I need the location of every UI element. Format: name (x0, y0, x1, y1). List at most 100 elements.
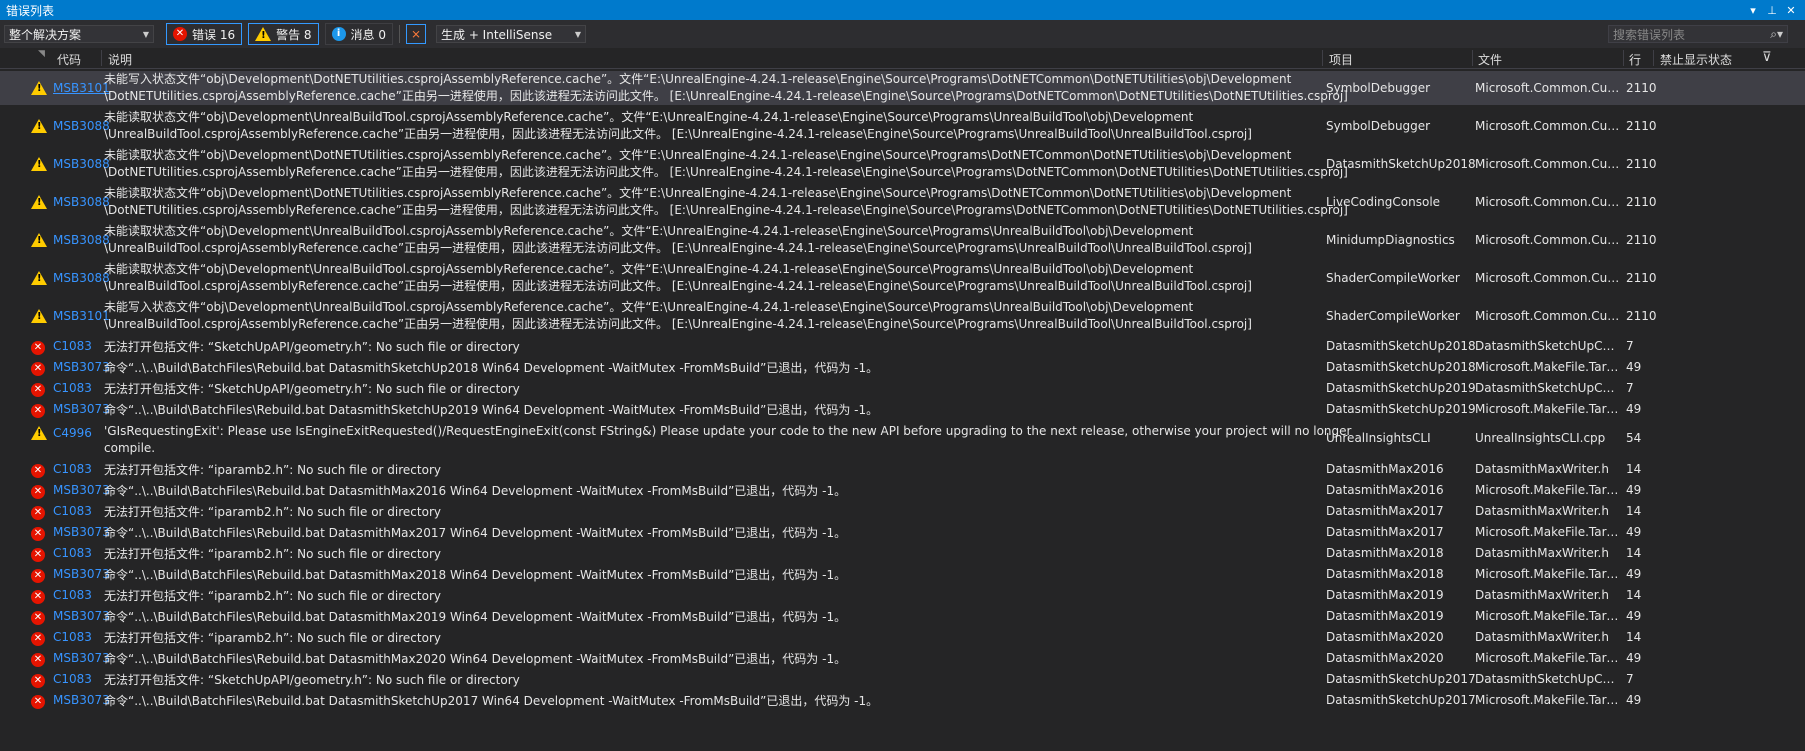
table-row[interactable]: ✕ MSB3073 命令“..\..\Build\BatchFiles\Rebu… (0, 565, 1805, 586)
row-description: 命令“..\..\Build\BatchFiles\Rebuild.bat Da… (104, 652, 847, 666)
build-source-dropdown[interactable]: 生成 + IntelliSense ▼ (436, 25, 586, 43)
row-code[interactable]: C1083 (53, 381, 92, 395)
row-description: 无法打开包括文件: “iparamb2.h”: No such file or … (104, 505, 441, 519)
error-icon: ✕ (31, 383, 45, 397)
table-row[interactable]: ✕ C1083 无法打开包括文件: “iparamb2.h”: No such … (0, 544, 1805, 565)
row-line: 7 (1626, 672, 1634, 686)
table-row[interactable]: ! C4996 'GIsRequestingExit': Please use … (0, 423, 1805, 457)
table-row[interactable]: ! MSB3101 未能写入状态文件“obj\Development\DotNE… (0, 71, 1805, 105)
row-code[interactable]: MSB3101 (53, 81, 110, 95)
row-code[interactable]: MSB3088 (53, 157, 110, 171)
warning-icon: ! (31, 119, 47, 133)
table-row[interactable]: ✕ MSB3073 命令“..\..\Build\BatchFiles\Rebu… (0, 400, 1805, 421)
row-code[interactable]: C1083 (53, 504, 92, 518)
row-code[interactable]: MSB3073 (53, 609, 110, 623)
row-icon: ✕ (31, 381, 45, 397)
row-description: 未能写入状态文件“obj\Development\DotNETUtilities… (104, 72, 1348, 103)
warning-icon: ! (31, 81, 47, 95)
table-row[interactable]: ✕ MSB3073 命令“..\..\Build\BatchFiles\Rebu… (0, 691, 1805, 712)
table-row[interactable]: ! MSB3088 未能读取状态文件“obj\Development\DotNE… (0, 185, 1805, 219)
table-row[interactable]: ✕ C1083 无法打开包括文件: “SketchUpAPI/geometry.… (0, 670, 1805, 691)
row-code[interactable]: MSB3073 (53, 693, 110, 707)
dropdown-arrow-icon[interactable]: ▾ (1745, 4, 1761, 17)
table-row[interactable]: ! MSB3088 未能读取状态文件“obj\Development\Unrea… (0, 261, 1805, 295)
column-divider[interactable] (1623, 50, 1624, 66)
error-icon: ✕ (31, 569, 45, 583)
row-code[interactable]: MSB3088 (53, 233, 110, 247)
close-icon[interactable]: ✕ (1783, 4, 1799, 17)
row-code[interactable]: MSB3088 (53, 119, 110, 133)
pin-icon[interactable]: ⊥ (1764, 4, 1780, 17)
search-icon[interactable]: ⌕▾ (1770, 27, 1783, 42)
row-code[interactable]: C1083 (53, 672, 92, 686)
column-divider[interactable] (1322, 50, 1323, 66)
column-divider[interactable] (1472, 50, 1473, 66)
column-header-suppression[interactable]: 禁止显示状态 (1660, 51, 1732, 68)
row-code[interactable]: MSB3073 (53, 525, 110, 539)
table-row[interactable]: ! MSB3088 未能读取状态文件“obj\Development\Unrea… (0, 109, 1805, 143)
row-code[interactable]: MSB3073 (53, 483, 110, 497)
row-project: ShaderCompileWorker (1326, 271, 1460, 285)
toolbar: 整个解决方案 ▼ ✕ 错误 16 ! 警告 8 i 消息 0 ⨯ 生成 + In… (0, 20, 1805, 48)
table-row[interactable]: ✕ MSB3073 命令“..\..\Build\BatchFiles\Rebu… (0, 607, 1805, 628)
errors-filter-button[interactable]: ✕ 错误 16 (166, 23, 243, 45)
row-code[interactable]: MSB3101 (53, 309, 110, 323)
row-file: Microsoft.Common.CurrentVersion.targets (1475, 119, 1620, 133)
filter-icon[interactable]: ⊽ (1762, 50, 1772, 65)
search-input[interactable]: 搜索错误列表 ⌕▾ (1608, 25, 1788, 43)
error-icon: ✕ (31, 527, 45, 541)
row-code[interactable]: C1083 (53, 462, 92, 476)
table-row[interactable]: ✕ MSB3073 命令“..\..\Build\BatchFiles\Rebu… (0, 649, 1805, 670)
row-icon: ✕ (31, 588, 45, 604)
column-header-project[interactable]: 项目 (1329, 51, 1353, 68)
row-project: DatasmithSketchUp2019 (1326, 381, 1476, 395)
error-icon: ✕ (173, 27, 187, 41)
row-code[interactable]: C4996 (53, 426, 92, 440)
warnings-filter-button[interactable]: ! 警告 8 (248, 23, 319, 45)
info-icon: i (331, 27, 346, 41)
table-row[interactable]: ✕ MSB3073 命令“..\..\Build\BatchFiles\Rebu… (0, 481, 1805, 502)
row-code[interactable]: MSB3088 (53, 195, 110, 209)
errors-filter-label: 错误 16 (192, 27, 236, 42)
row-code[interactable]: MSB3073 (53, 567, 110, 581)
row-code[interactable]: C1083 (53, 630, 92, 644)
row-code[interactable]: MSB3073 (53, 651, 110, 665)
table-row[interactable]: ! MSB3088 未能读取状态文件“obj\Development\DotNE… (0, 147, 1805, 181)
row-line: 54 (1626, 431, 1642, 445)
table-row[interactable]: ✕ C1083 无法打开包括文件: “iparamb2.h”: No such … (0, 460, 1805, 481)
table-row[interactable]: ! MSB3088 未能读取状态文件“obj\Development\Unrea… (0, 223, 1805, 257)
row-file: UnrealInsightsCLI.cpp (1475, 431, 1606, 445)
column-divider[interactable] (101, 50, 102, 66)
row-project: DatasmithSketchUp2017 (1326, 672, 1476, 686)
column-divider[interactable] (1653, 50, 1654, 66)
error-icon: ✕ (31, 695, 45, 709)
table-row[interactable]: ✕ C1083 无法打开包括文件: “iparamb2.h”: No such … (0, 586, 1805, 607)
table-row[interactable]: ✕ MSB3073 命令“..\..\Build\BatchFiles\Rebu… (0, 358, 1805, 379)
table-row[interactable]: ✕ C1083 无法打开包括文件: “SketchUpAPI/geometry.… (0, 337, 1805, 358)
row-description: 无法打开包括文件: “iparamb2.h”: No such file or … (104, 547, 441, 561)
row-code[interactable]: MSB3073 (53, 360, 110, 374)
row-code[interactable]: MSB3088 (53, 271, 110, 285)
table-row[interactable]: ✕ C1083 无法打开包括文件: “SketchUpAPI/geometry.… (0, 379, 1805, 400)
column-header-file[interactable]: 文件 (1478, 51, 1502, 68)
table-row[interactable]: ✕ C1083 无法打开包括文件: “iparamb2.h”: No such … (0, 502, 1805, 523)
row-code[interactable]: C1083 (53, 546, 92, 560)
table-row[interactable]: ✕ C1083 无法打开包括文件: “iparamb2.h”: No such … (0, 628, 1805, 649)
column-header-line[interactable]: 行 (1629, 51, 1641, 68)
row-code[interactable]: C1083 (53, 339, 92, 353)
scope-dropdown[interactable]: 整个解决方案 ▼ (4, 25, 154, 43)
row-icon: ! (31, 157, 47, 174)
row-line: 2110 (1626, 119, 1657, 133)
row-file: Microsoft.Common.CurrentVersion.targets (1475, 271, 1620, 285)
messages-filter-button[interactable]: i 消息 0 (324, 23, 393, 45)
table-row[interactable]: ! MSB3101 未能写入状态文件“obj\Development\Unrea… (0, 299, 1805, 333)
row-project: DatasmithMax2018 (1326, 546, 1444, 560)
row-line: 49 (1626, 483, 1642, 497)
row-project: DatasmithMax2020 (1326, 651, 1444, 665)
row-code[interactable]: MSB3073 (53, 402, 110, 416)
clear-filter-button[interactable]: ⨯ (406, 24, 426, 44)
row-code[interactable]: C1083 (53, 588, 92, 602)
column-header-code[interactable]: 代码 (57, 51, 81, 68)
column-header-description[interactable]: 说明 (108, 51, 132, 68)
table-row[interactable]: ✕ MSB3073 命令“..\..\Build\BatchFiles\Rebu… (0, 523, 1805, 544)
